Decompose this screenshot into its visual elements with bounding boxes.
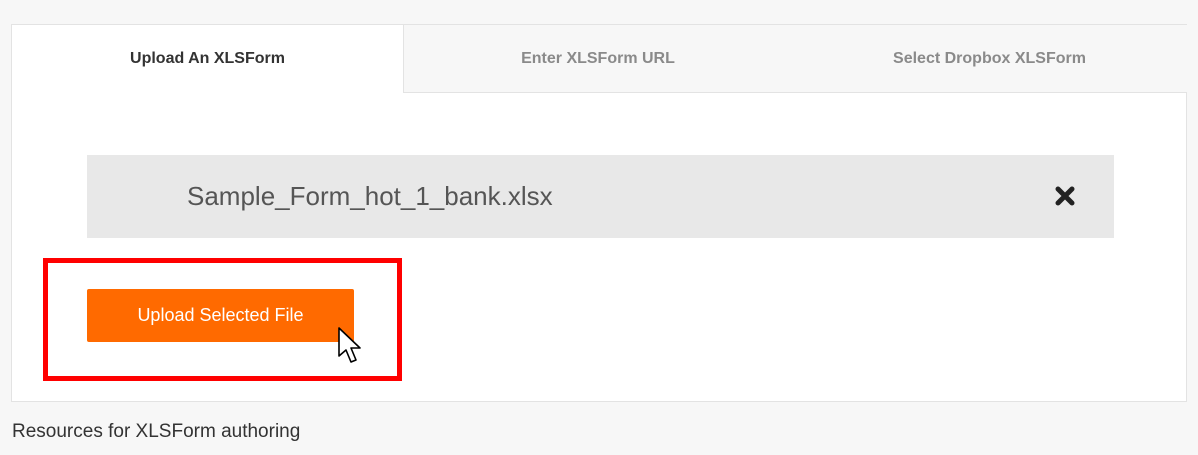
- tab-enter-xlsform-url[interactable]: Enter XLSForm URL: [403, 25, 792, 93]
- tab-upload-xlsform-label: Upload An XLSForm: [130, 50, 285, 67]
- resources-text: Resources for XLSForm authoring: [12, 421, 301, 442]
- upload-selected-file-button[interactable]: Upload Selected File: [87, 289, 354, 342]
- tab-enter-xlsform-url-label: Enter XLSForm URL: [521, 49, 675, 67]
- selected-file-name: Sample_Form_hot_1_bank.xlsx: [187, 181, 553, 211]
- selected-file-row: Sample_Form_hot_1_bank.xlsx: [87, 155, 1114, 238]
- tab-select-dropbox-xlsform-label: Select Dropbox XLSForm: [893, 49, 1086, 67]
- tab-upload-xlsform[interactable]: Upload An XLSForm: [12, 25, 403, 93]
- tab-select-dropbox-xlsform[interactable]: Select Dropbox XLSForm: [792, 25, 1187, 93]
- close-x-icon[interactable]: [1055, 186, 1075, 206]
- mouse-pointer-icon: [338, 327, 361, 363]
